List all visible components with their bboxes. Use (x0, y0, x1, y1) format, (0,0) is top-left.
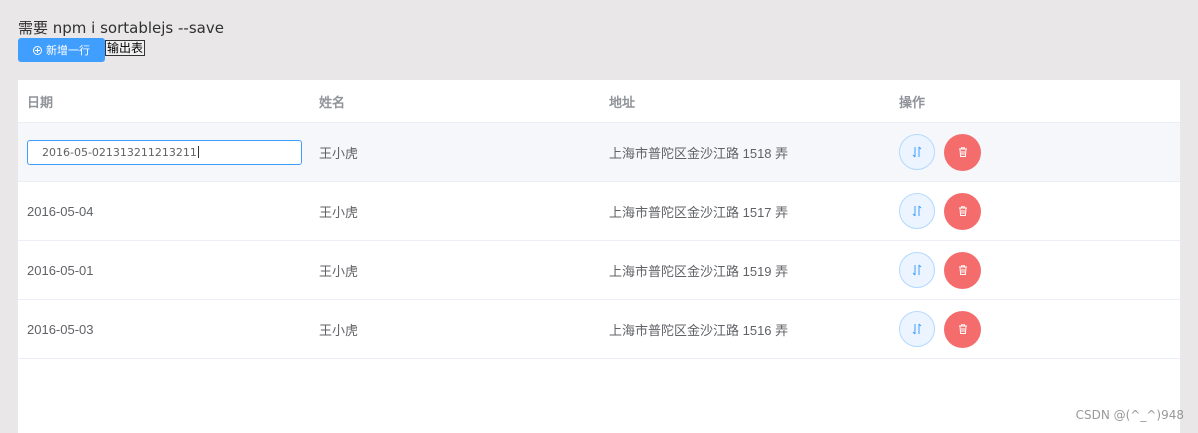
delete-button[interactable] (944, 310, 981, 348)
sort-button[interactable] (899, 193, 935, 229)
export-button[interactable]: 输出表 (105, 40, 146, 56)
name-cell: 王小虎 (319, 204, 359, 220)
header-date: 日期 (27, 94, 54, 110)
add-row-button[interactable]: 新增一行 (18, 38, 105, 62)
table-header: 日期 姓名 地址 操作 (18, 80, 1180, 123)
table-row[interactable]: 2016-05-03 王小虎 上海市普陀区金沙江路 1516 弄 (18, 300, 1180, 359)
name-cell: 王小虎 (319, 145, 359, 161)
install-note: 需要 npm i sortablejs --save (18, 19, 224, 37)
header-name: 姓名 (319, 94, 346, 110)
actions-cell (890, 123, 1180, 181)
actions-cell (890, 241, 1180, 299)
actions-cell (890, 300, 1180, 358)
table-row[interactable]: 2016-05-021313211213211 王小虎 上海市普陀区金沙江路 1… (18, 123, 1180, 182)
trash-icon (958, 324, 967, 334)
date-cell: 2016-05-03 (27, 321, 94, 337)
address-cell: 上海市普陀区金沙江路 1519 弄 (609, 263, 789, 279)
text-caret (197, 146, 199, 158)
sort-button[interactable] (899, 252, 935, 288)
date-cell: 2016-05-021313211213211 (18, 123, 310, 181)
address-cell: 上海市普陀区金沙江路 1517 弄 (609, 204, 789, 220)
date-cell: 2016-05-04 (27, 203, 94, 219)
sort-arrows-icon (912, 205, 922, 217)
address-cell: 上海市普陀区金沙江路 1518 弄 (609, 145, 789, 161)
sort-button[interactable] (899, 134, 935, 170)
name-cell: 王小虎 (319, 263, 359, 279)
date-input-value: 2016-05-021313211213211 (42, 145, 197, 159)
name-cell: 王小虎 (319, 322, 359, 338)
delete-button[interactable] (944, 133, 981, 171)
table-row[interactable]: 2016-05-04 王小虎 上海市普陀区金沙江路 1517 弄 (18, 182, 1180, 241)
sort-arrows-icon (912, 264, 922, 276)
address-cell: 上海市普陀区金沙江路 1516 弄 (609, 322, 789, 338)
sort-button[interactable] (899, 311, 935, 347)
date-input[interactable]: 2016-05-021313211213211 (27, 139, 302, 165)
plus-circle-icon (33, 45, 42, 55)
delete-button[interactable] (944, 251, 981, 289)
header-address: 地址 (609, 94, 636, 110)
add-row-label: 新增一行 (46, 45, 90, 57)
table-row[interactable]: 2016-05-01 王小虎 上海市普陀区金沙江路 1519 弄 (18, 241, 1180, 300)
sort-arrows-icon (912, 323, 922, 335)
trash-icon (958, 265, 967, 275)
date-cell: 2016-05-01 (27, 262, 94, 278)
page: 需要 npm i sortablejs --save 新增一行 输出表 日期 姓… (0, 0, 1198, 433)
trash-icon (958, 147, 967, 157)
actions-cell (890, 182, 1180, 240)
data-table: 日期 姓名 地址 操作 2016-05-021313211213211 王小虎 … (18, 80, 1180, 433)
delete-button[interactable] (944, 192, 981, 230)
toolbar: 新增一行 输出表 (18, 38, 146, 62)
header-actions: 操作 (899, 94, 926, 110)
sort-arrows-icon (912, 146, 922, 158)
watermark: CSDN @(^_^)948 (1075, 408, 1184, 422)
trash-icon (958, 206, 967, 216)
